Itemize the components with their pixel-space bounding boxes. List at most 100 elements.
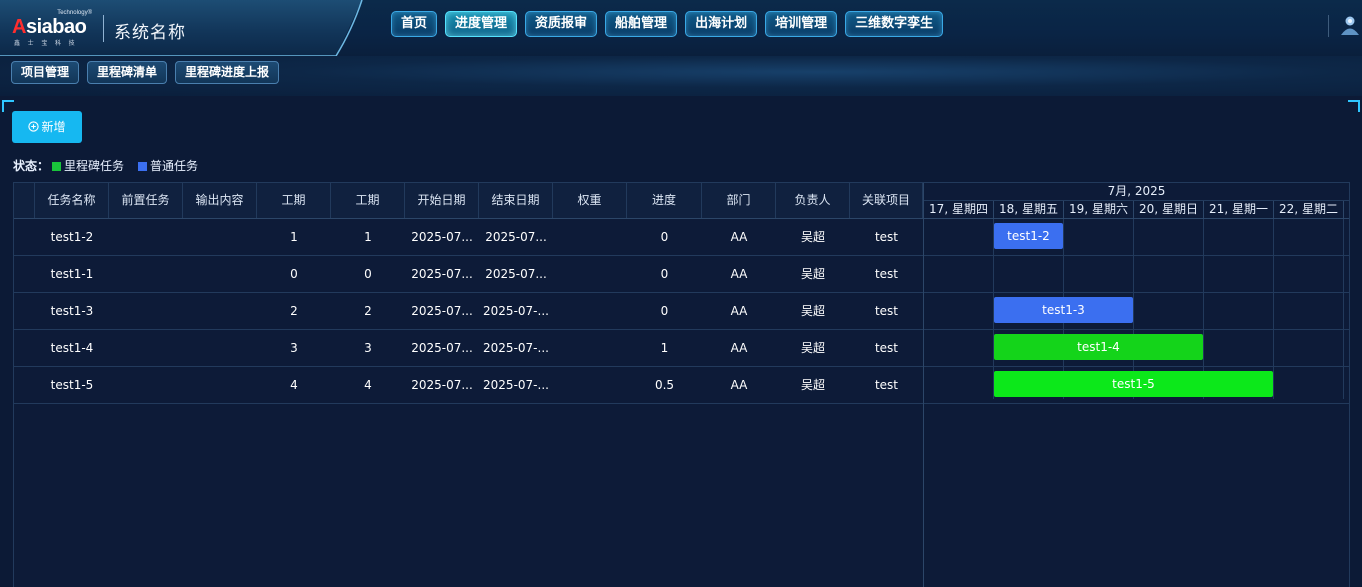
table-row[interactable]: test1-2 1 1 2025-07... 2025-07... 0 AA 吴超 test xyxy=(14,219,923,256)
status-legend: 状态： 里程碑任务 普通任务 xyxy=(13,158,212,174)
top-header: Technology® Asiabao 鑫 士 宝 科 技 系统名称 首页 进度管… xyxy=(0,0,1362,56)
table-cell: 0 xyxy=(290,267,298,281)
table-cell xyxy=(183,293,257,329)
table-cell: test xyxy=(874,267,899,281)
table-cell xyxy=(109,219,183,255)
table-cell: AA xyxy=(730,378,748,392)
gantt-bar-normal[interactable]: test1-2 xyxy=(994,223,1063,249)
table-cell: 2025-07... xyxy=(411,304,473,318)
nav-item-1[interactable]: 进度管理 xyxy=(445,11,518,37)
table-cell: 1 xyxy=(660,341,669,355)
task-table-body: test1-2 1 1 2025-07... 2025-07... 0 AA 吴超 test te… xyxy=(14,219,923,404)
table-cell xyxy=(109,293,183,329)
subnav-item-1[interactable]: 里程碑清单 xyxy=(87,61,168,84)
add-button[interactable]: 新增 xyxy=(12,111,82,143)
table-cell xyxy=(553,293,627,329)
table-row[interactable]: test1-3 2 2 2025-07... 2025-07-... 0 AA 吴超 test xyxy=(14,293,923,330)
system-title: 系统名称 xyxy=(114,23,186,43)
brand-divider xyxy=(103,15,104,42)
column-header[interactable]: 开始日期 xyxy=(405,183,479,218)
gantt-bar-milestone[interactable]: test1-5 xyxy=(994,371,1273,397)
gantt-row: test1-4 xyxy=(924,330,1349,367)
legend-item-milestone: 里程碑任务 xyxy=(52,158,124,174)
column-header[interactable]: 工期 xyxy=(331,183,405,218)
table-cell: 0 xyxy=(364,267,372,281)
table-cell: 1 xyxy=(364,230,372,244)
table-cell: test1-5 xyxy=(50,378,94,392)
gantt-bar-normal[interactable]: test1-3 xyxy=(994,297,1133,323)
logo-main-text: Asiabao xyxy=(12,16,87,38)
user-avatar-icon[interactable] xyxy=(1340,14,1360,36)
gantt-day-label: 18, 星期五 xyxy=(994,201,1064,218)
legend-text-normal: 普通任务 xyxy=(150,159,199,173)
column-header[interactable]: 结束日期 xyxy=(479,183,553,218)
column-header-select[interactable] xyxy=(14,183,35,218)
nav-item-4[interactable]: 出海计划 xyxy=(685,11,758,37)
table-cell: 吴超 xyxy=(800,304,825,318)
table-cell: 3 xyxy=(364,341,372,355)
nav-item-6[interactable]: 三维数字孪生 xyxy=(845,11,944,37)
nav-item-3[interactable]: 船舶管理 xyxy=(605,11,678,37)
table-cell xyxy=(183,256,257,292)
nav-item-0[interactable]: 首页 xyxy=(391,11,438,37)
sub-nav: 项目管理 里程碑清单 里程碑进度上报 xyxy=(11,61,287,84)
gantt-row: test1-3 xyxy=(924,293,1349,330)
logo-sub-text: 鑫 士 宝 科 技 xyxy=(14,41,78,47)
table-row[interactable]: test1-5 4 4 2025-07... 2025-07-... 0.5 AA 吴超 tes… xyxy=(14,367,923,404)
table-row[interactable]: test1-4 3 3 2025-07... 2025-07-... 1 AA 吴超 test xyxy=(14,330,923,367)
column-header[interactable]: 前置任务 xyxy=(109,183,183,218)
legend-label: 状态： xyxy=(13,159,50,173)
column-header[interactable]: 部门 xyxy=(702,183,776,218)
nav-item-2[interactable]: 资质报审 xyxy=(525,11,598,37)
table-cell: 2 xyxy=(364,304,372,318)
legend-swatch-milestone xyxy=(52,161,62,171)
table-cell: test1-4 xyxy=(50,341,94,355)
table-cell: 0 xyxy=(660,304,669,318)
table-cell xyxy=(553,219,627,255)
table-cell xyxy=(109,330,183,366)
plus-circle-icon xyxy=(28,121,40,132)
nav-item-5[interactable]: 培训管理 xyxy=(765,11,838,37)
table-cell xyxy=(553,367,627,403)
column-header[interactable]: 工期 xyxy=(257,183,331,218)
table-cell xyxy=(183,330,257,366)
main-nav: 首页 进度管理 资质报审 船舶管理 出海计划 培训管理 三维数字孪生 xyxy=(391,11,951,37)
subnav-item-0[interactable]: 项目管理 xyxy=(11,61,80,84)
table-cell: 2025-07... xyxy=(411,230,473,244)
table-row[interactable]: test1-1 0 0 2025-07... 2025-07... 0 AA 吴超 test xyxy=(14,256,923,293)
add-button-label: 新增 xyxy=(41,120,66,134)
column-header[interactable]: 关联项目 xyxy=(850,183,923,218)
frame-corner-top-left xyxy=(2,100,14,112)
table-cell: 0 xyxy=(660,230,669,244)
table-cell: AA xyxy=(730,267,748,281)
table-cell: 吴超 xyxy=(800,378,825,392)
table-cell xyxy=(109,256,183,292)
table-cell: 2025-07... xyxy=(485,267,547,281)
gantt-bar-milestone[interactable]: test1-4 xyxy=(994,334,1203,360)
column-header[interactable]: 负责人 xyxy=(776,183,850,218)
table-cell xyxy=(183,367,257,403)
table-cell: 0.5 xyxy=(654,378,675,392)
subnav-item-2[interactable]: 里程碑进度上报 xyxy=(175,61,280,84)
table-cell xyxy=(553,256,627,292)
gantt-row: test1-5 xyxy=(924,367,1349,404)
table-cell: 2025-07... xyxy=(411,267,473,281)
table-cell: 3 xyxy=(290,341,298,355)
table-cell: test1-1 xyxy=(50,267,94,281)
gantt-day-label: 22, 星期二 xyxy=(1274,201,1344,218)
column-header[interactable]: 进度 xyxy=(627,183,702,218)
table-cell xyxy=(109,367,183,403)
table-cell: test xyxy=(874,341,899,355)
sub-nav-bar: 项目管理 里程碑清单 里程碑进度上报 xyxy=(0,56,1362,96)
column-header[interactable]: 输出内容 xyxy=(183,183,257,218)
gantt-day-label: 21, 星期一 xyxy=(1204,201,1274,218)
header-divider xyxy=(1328,15,1329,37)
column-header[interactable]: 权重 xyxy=(553,183,627,218)
gantt-grid: 任务名称 前置任务 输出内容 工期 工期 开始日期 结束日期 权重 进度 部门 负责人 关联项目 te… xyxy=(13,182,1350,587)
main-content: 新增 状态： 里程碑任务 普通任务 任务名称 前置任务 输出内容 工期 工期 开始日期 结束… xyxy=(0,96,1362,587)
column-header[interactable]: 任务名称 xyxy=(35,183,109,218)
table-cell: test xyxy=(874,230,899,244)
gantt-chart: 7月, 2025 17, 星期四 18, 星期五 19, 星期六 20, 星期日 21,… xyxy=(924,183,1349,587)
gantt-body: test1-2 test1-3 test1-4 test1-5 xyxy=(924,219,1349,404)
table-cell xyxy=(183,219,257,255)
